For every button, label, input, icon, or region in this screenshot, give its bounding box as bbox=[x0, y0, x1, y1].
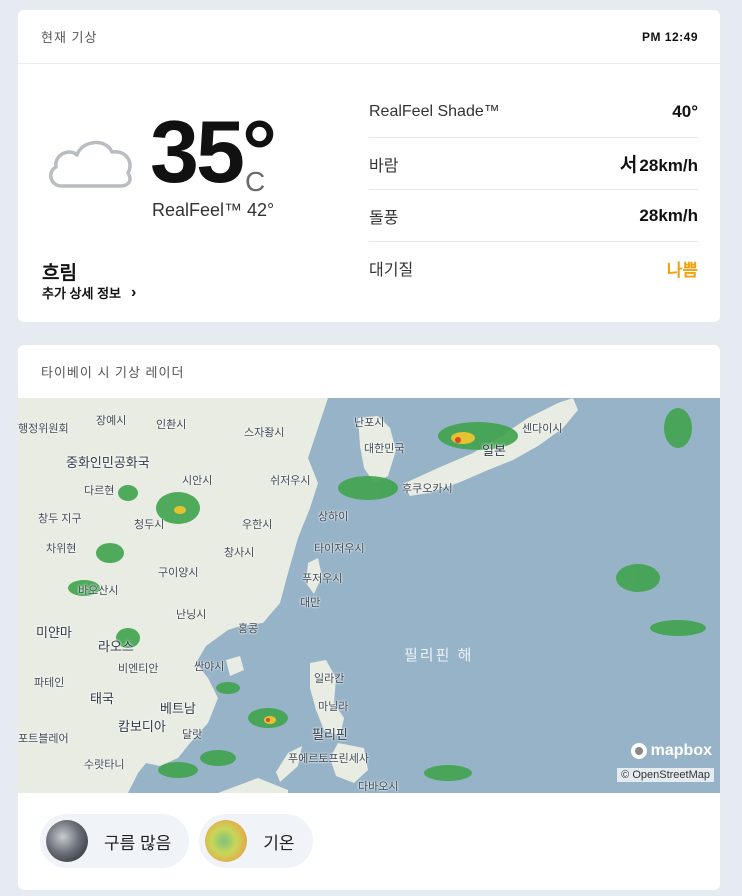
map-place-label: 차위현 bbox=[46, 543, 77, 555]
detail-label: 돌풍 bbox=[369, 209, 399, 227]
map-place-label: 타이저우시 bbox=[314, 543, 365, 555]
map-place-label: 라오스 bbox=[98, 639, 134, 654]
satellite-cloud-thumbnail bbox=[46, 820, 88, 862]
card-title: 현재 기상 bbox=[41, 30, 98, 45]
detail-value: 서 28km/h bbox=[620, 150, 698, 177]
map-place-label: 파테인 bbox=[34, 677, 65, 689]
wind-speed: 28km/h bbox=[639, 156, 698, 175]
map-place-label: 일라칸 bbox=[314, 673, 345, 685]
map-place-label: 우한시 bbox=[242, 519, 273, 531]
map-place-label: 바오산시 bbox=[78, 585, 119, 597]
radar-map[interactable]: 장예시 인촨시 행정위원회 스자좡시 난포시 대한민국 일본 센다이시 중화인민… bbox=[18, 398, 720, 793]
map-place-label: 마닐라 bbox=[318, 701, 349, 713]
map-place-label: 창사시 bbox=[224, 547, 255, 559]
map-attribution-link[interactable]: © OpenStreetMap bbox=[617, 768, 714, 782]
detail-label: 대기질 bbox=[369, 262, 414, 279]
current-time: PM 12:49 bbox=[641, 29, 698, 44]
detail-row-realfeel-shade: RealFeel Shade™ 40° bbox=[369, 86, 698, 138]
map-place-label: 인촨시 bbox=[156, 419, 187, 431]
map-layer-buttons: 구름 많음 기온 bbox=[40, 814, 313, 868]
card-title: 타이베이 시 기상 레이더 bbox=[41, 365, 185, 380]
layer-button-temperature[interactable]: 기온 bbox=[199, 814, 313, 868]
map-place-label: 태국 bbox=[90, 691, 114, 706]
current-weather-card: 현재 기상 PM 12:49 35° C RealFeel™ 42° 흐림 추가… bbox=[18, 10, 720, 322]
layer-label: 기온 bbox=[263, 833, 295, 853]
card-header: 타이베이 시 기상 레이더 bbox=[18, 345, 720, 399]
map-place-label: 포트블레어 bbox=[18, 733, 69, 745]
map-place-label: 홍콩 bbox=[238, 623, 259, 635]
map-place-label: 푸저우시 bbox=[302, 573, 343, 585]
map-place-label: 상하이 bbox=[318, 511, 349, 523]
map-place-label: 난닝시 bbox=[176, 609, 207, 621]
cloud-icon bbox=[49, 140, 132, 188]
realfeel-value: RealFeel™ 42° bbox=[152, 200, 275, 220]
map-place-label: 난포시 bbox=[354, 417, 385, 429]
map-place-label: 베트남 bbox=[160, 701, 196, 716]
detail-row-gust: 돌풍 28km/h bbox=[369, 190, 698, 242]
more-details-label: 추가 상세 정보 bbox=[42, 286, 121, 301]
map-place-label: 필리핀 bbox=[312, 727, 348, 742]
map-place-label: 달랏 bbox=[182, 729, 203, 741]
mapbox-icon bbox=[630, 743, 647, 759]
condition-text: 흐림 bbox=[42, 263, 77, 284]
map-place-label: 후쿠오카시 bbox=[402, 483, 453, 495]
mapbox-logo[interactable]: mapbox bbox=[630, 742, 712, 760]
map-place-label: 시안시 bbox=[182, 475, 213, 487]
layer-label: 구름 많음 bbox=[104, 833, 172, 853]
detail-label: RealFeel Shade™ bbox=[369, 102, 500, 120]
mapbox-wordmark: mapbox bbox=[650, 742, 712, 759]
map-place-label: 센다이시 bbox=[522, 423, 563, 435]
card-header: 현재 기상 PM 12:49 bbox=[18, 10, 720, 64]
detail-label: 바람 bbox=[369, 157, 399, 175]
map-place-label: 푸에르토프린세사 bbox=[288, 753, 369, 765]
map-place-label: 다바오시 bbox=[358, 781, 399, 793]
map-place-label: 창두 지구 bbox=[38, 513, 82, 525]
temperature-unit: C bbox=[245, 166, 266, 197]
temperature-thumbnail bbox=[205, 820, 248, 862]
more-details-link[interactable]: 추가 상세 정보 › bbox=[42, 283, 136, 302]
map-place-label: 스자좡시 bbox=[244, 427, 285, 439]
map-place-label: 수랏타니 bbox=[84, 759, 125, 771]
weather-details-list: RealFeel Shade™ 40° 바람 서 28km/h 돌풍 28km/h… bbox=[369, 86, 698, 294]
map-place-label: 장예시 bbox=[96, 415, 127, 427]
detail-row-wind: 바람 서 28km/h bbox=[369, 138, 698, 190]
chevron-right-icon: › bbox=[130, 283, 137, 301]
map-place-label: 싼야시 bbox=[194, 661, 225, 673]
map-place-label: 중화인민공화국 bbox=[66, 455, 150, 470]
detail-value: 40° bbox=[672, 101, 698, 121]
wind-direction: 서 bbox=[619, 155, 638, 176]
air-quality-value: 나쁨 bbox=[666, 260, 698, 280]
map-place-label: 구이양시 bbox=[158, 567, 199, 579]
layer-button-clouds[interactable]: 구름 많음 bbox=[40, 814, 190, 868]
map-place-label: 대한민국 bbox=[364, 443, 405, 455]
map-place-label: 청두시 bbox=[134, 519, 165, 531]
map-place-label: 행정위원회 bbox=[18, 423, 69, 435]
detail-value: 28km/h bbox=[639, 205, 698, 225]
map-place-label: 다르현 bbox=[84, 485, 115, 497]
map-place-label: 쉬저우시 bbox=[270, 475, 311, 487]
detail-row-air-quality: 대기질 나쁨 bbox=[369, 242, 698, 294]
map-place-label: 대만 bbox=[300, 597, 321, 609]
sea-label: 필리핀 해 bbox=[404, 647, 474, 664]
radar-card: 타이베이 시 기상 레이더 장예시 인촨시 행정위원회 스자좡시 난포시 대한민… bbox=[18, 345, 720, 890]
map-place-label: 일본 bbox=[482, 443, 506, 458]
map-place-label: 캄보디아 bbox=[118, 719, 166, 734]
map-place-label: 비엔티안 bbox=[118, 663, 159, 675]
map-place-label: 미얀마 bbox=[36, 625, 72, 640]
